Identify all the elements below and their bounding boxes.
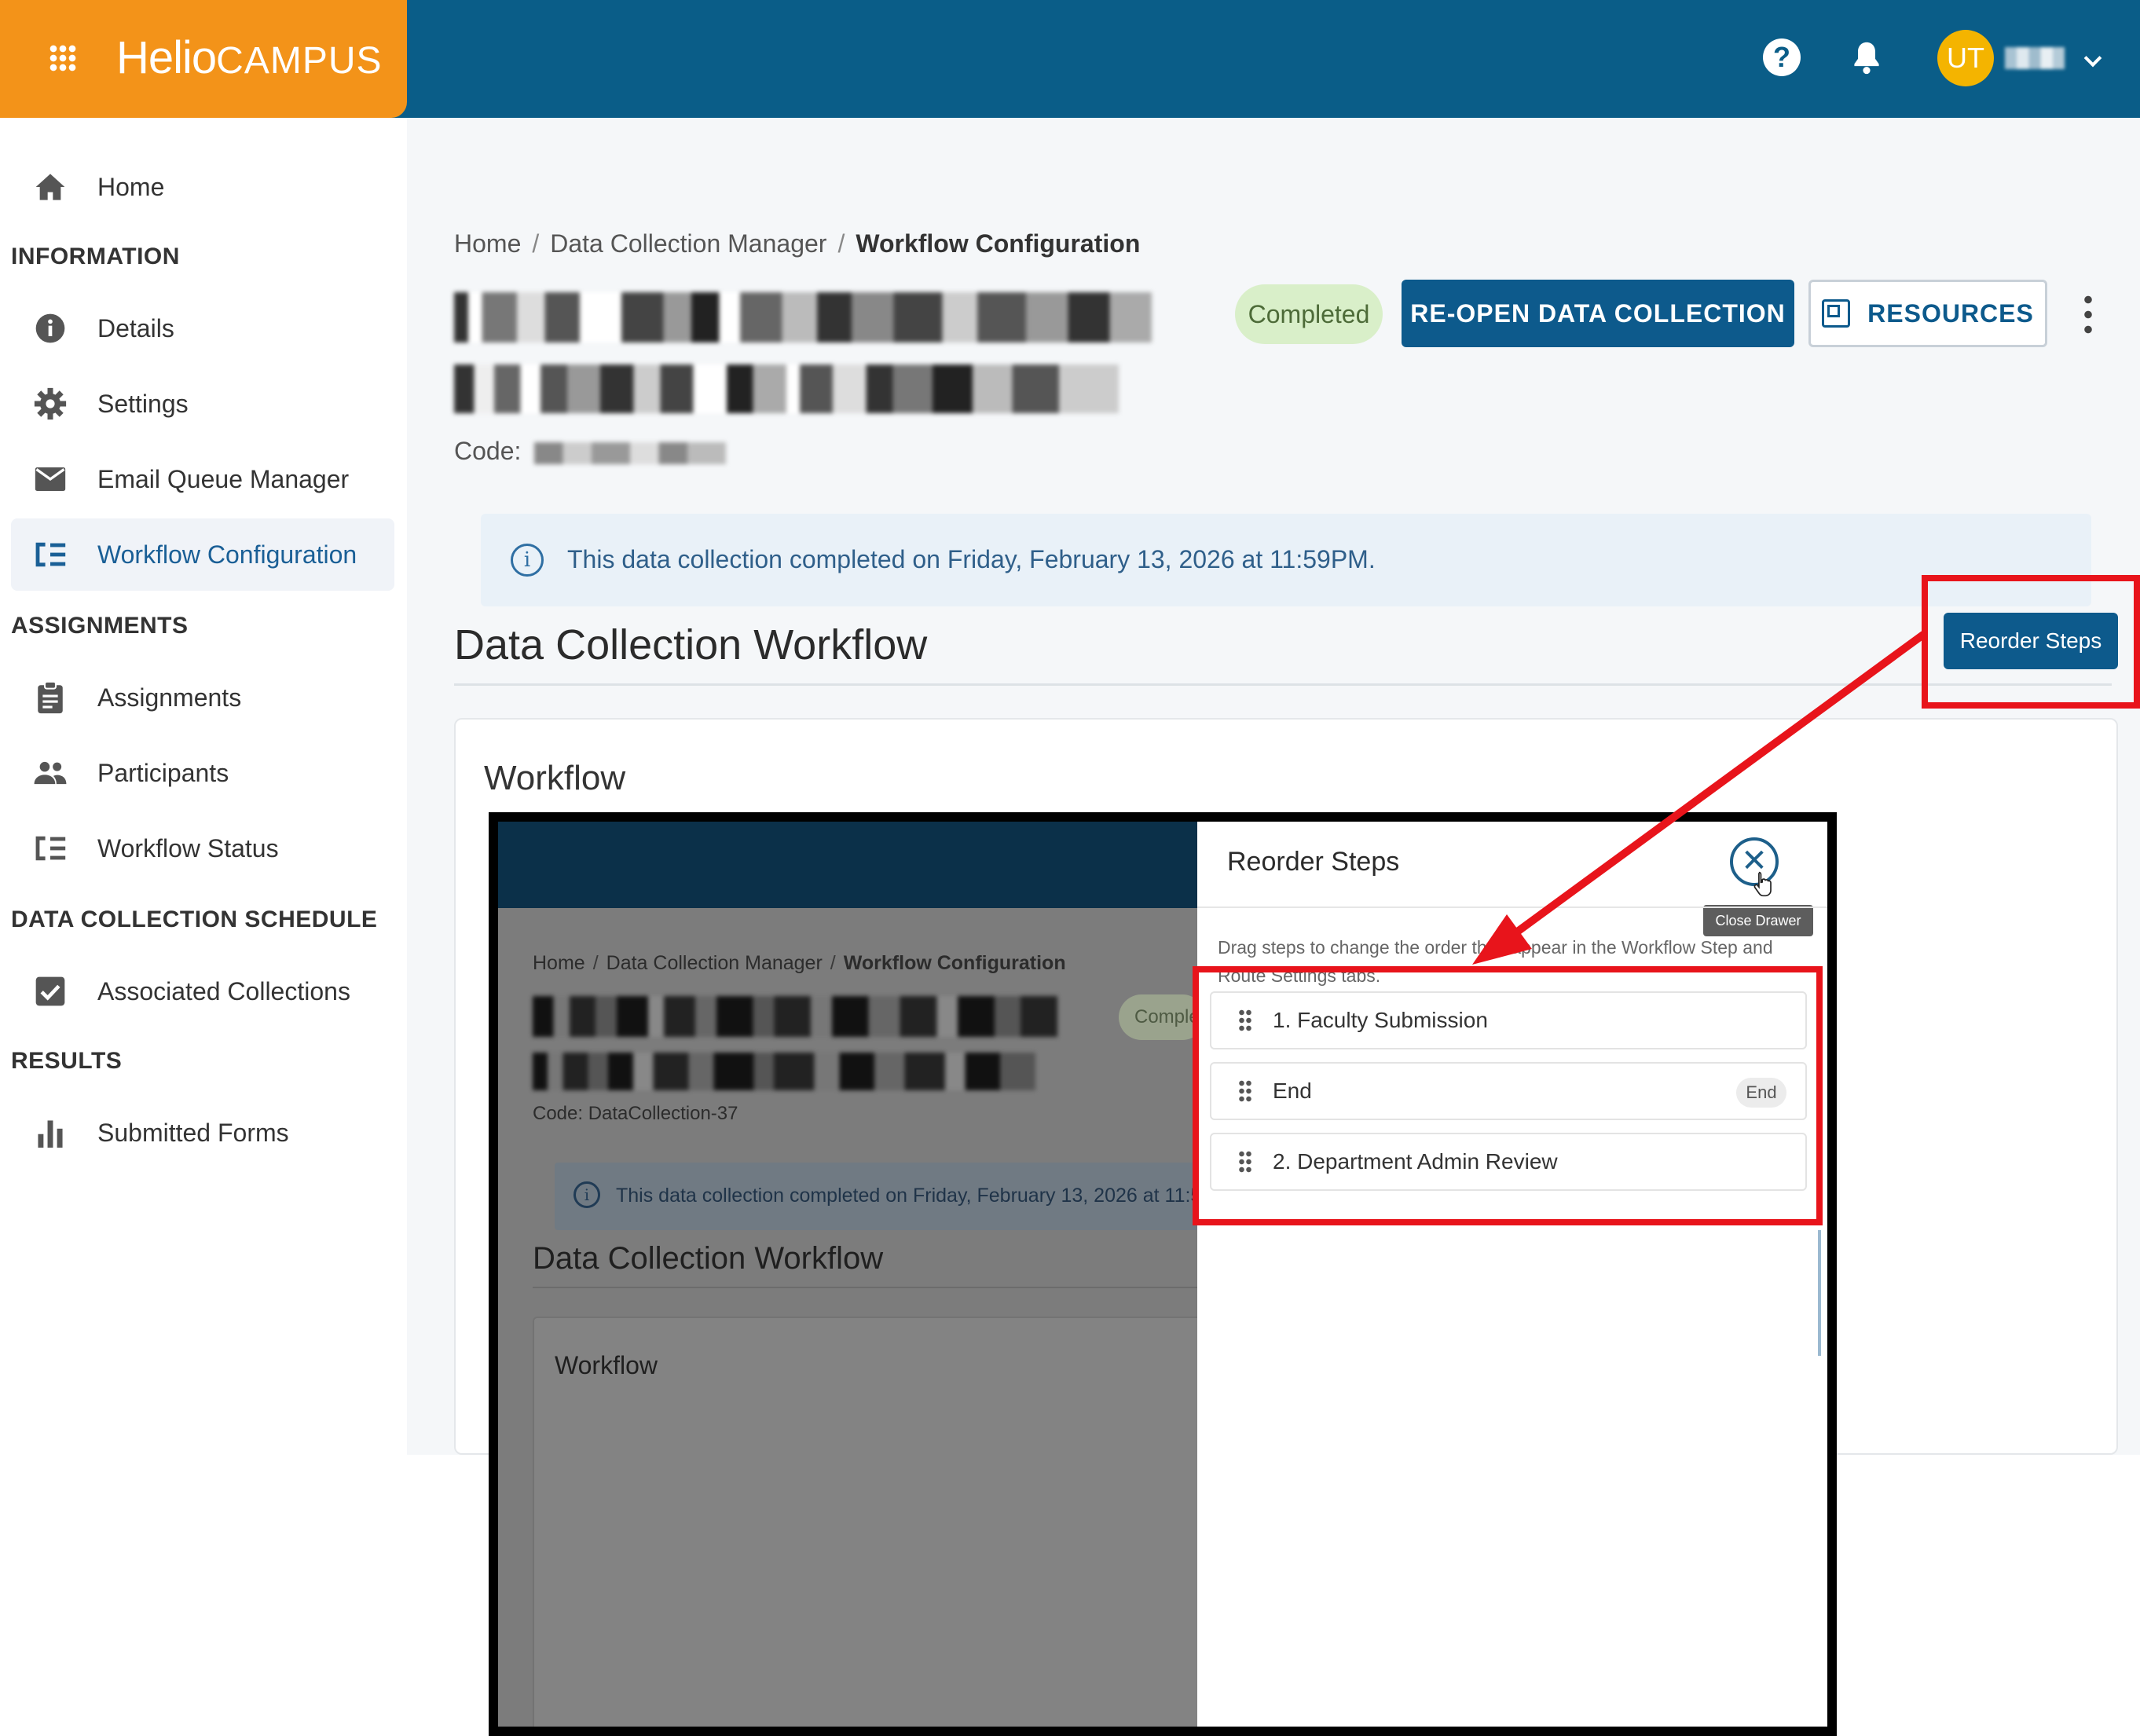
inset-breadcrumb: Home / Data Collection Manager / Workflow Co… — [533, 952, 1066, 974]
gear-icon — [33, 386, 68, 421]
inset-info-text: This data collection completed on Friday… — [616, 1185, 1213, 1207]
envelope-icon — [33, 462, 68, 496]
sidebar-item-submitted-forms[interactable]: Submitted Forms — [11, 1097, 394, 1169]
resources-button[interactable]: RESOURCES — [1808, 280, 2047, 347]
sidebar-item-workflow-configuration[interactable]: Workflow Configuration — [11, 518, 394, 591]
clipboard-icon — [33, 680, 68, 715]
sidebar-item-workflow-status[interactable]: Workflow Status — [11, 812, 394, 884]
workflow-list-icon — [33, 831, 68, 866]
apps-grid-icon[interactable] — [49, 44, 77, 72]
resources-button-label: RESOURCES — [1867, 298, 2034, 328]
help-icon[interactable]: ? — [1763, 38, 1801, 76]
hand-cursor-icon — [1753, 871, 1772, 897]
page-title-line-2-redacted — [454, 364, 1119, 413]
code-value-redacted — [534, 441, 727, 464]
sidebar-item-settings[interactable]: Settings — [11, 368, 394, 440]
highlight-reorder-button — [1922, 575, 2140, 709]
inset-dimmed-page: Home / Data Collection Manager / Workflow Co… — [498, 822, 1216, 1727]
breadcrumb-home[interactable]: Home — [454, 229, 521, 258]
info-icon: i — [511, 544, 544, 577]
inset-section-title: Data Collection Workflow — [533, 1241, 884, 1276]
reopen-data-collection-button[interactable]: RE-OPEN DATA COLLECTION — [1402, 280, 1794, 347]
sidebar-item-label: Workflow Configuration — [97, 540, 357, 569]
inset-workflow-title: Workflow — [555, 1351, 658, 1379]
drawer-title: Reorder Steps — [1227, 847, 1400, 877]
divider — [533, 1287, 1197, 1288]
bar-chart-icon — [33, 1115, 68, 1150]
close-drawer-tooltip: Close Drawer — [1703, 905, 1813, 936]
divider — [454, 683, 2112, 686]
sidebar-item-label: Home — [97, 172, 165, 201]
home-icon — [33, 170, 68, 204]
info-icon: i — [573, 1181, 600, 1208]
inset-title-line-2-redacted — [533, 1053, 1035, 1090]
scrollbar[interactable] — [1818, 1230, 1821, 1356]
status-badge: Completed — [1235, 284, 1383, 344]
sidebar-item-email-queue[interactable]: Email Queue Manager — [11, 443, 394, 515]
inset-code: Code: DataCollection-37 — [533, 1103, 738, 1124]
breadcrumb: Home / Data Collection Manager / Workflow Co… — [454, 229, 1141, 258]
code-line: Code: — [454, 437, 727, 466]
sidebar-item-label: Submitted Forms — [97, 1118, 289, 1147]
helio-campus-logo: HelioCAMPUS — [116, 32, 383, 83]
info-banner-text: This data collection completed on Friday… — [567, 545, 1376, 573]
inset-screenshot: Home / Data Collection Manager / Workflow Co… — [489, 812, 1837, 1736]
resources-icon — [1822, 299, 1851, 328]
sidebar-item-associated-collections[interactable]: Associated Collections — [11, 955, 394, 1027]
breadcrumb-current: Workflow Configuration — [856, 229, 1141, 258]
section-heading-information: INFORMATION — [11, 244, 180, 269]
sidebar-item-label: Email Queue Manager — [97, 464, 350, 493]
sidebar-item-label: Settings — [97, 389, 189, 418]
section-heading-results: RESULTS — [11, 1048, 123, 1074]
more-options-icon[interactable] — [2083, 292, 2093, 336]
sidebar-item-label: Details — [97, 313, 174, 342]
page-title-redacted — [454, 292, 1152, 342]
section-heading-schedule: DATA COLLECTION SCHEDULE — [11, 906, 378, 932]
highlight-steps-list — [1193, 966, 1823, 1225]
people-icon — [33, 756, 68, 790]
code-label: Code: — [454, 437, 522, 465]
sidebar-item-label: Associated Collections — [97, 976, 350, 1005]
reorder-steps-drawer: Reorder Steps ✕ Close Drawer Drag steps … — [1197, 822, 1827, 1727]
sidebar-item-participants[interactable]: Participants — [11, 737, 394, 809]
sidebar-item-assignments[interactable]: Assignments — [11, 661, 394, 734]
sidebar-item-home[interactable]: Home — [11, 151, 394, 223]
sidebar-item-label: Workflow Status — [97, 833, 279, 863]
divider — [1197, 906, 1827, 908]
workflow-card-title: Workflow — [484, 759, 626, 797]
inset-top-bar — [498, 822, 1197, 908]
bell-icon[interactable] — [1849, 39, 1884, 77]
section-heading-assignments: ASSIGNMENTS — [11, 613, 189, 639]
inset-title-redacted — [533, 996, 1057, 1037]
section-title: Data Collection Workflow — [454, 621, 928, 668]
avatar[interactable]: UT — [1937, 30, 1994, 86]
checkbox-icon — [33, 974, 68, 1009]
sidebar-item-details[interactable]: Details — [11, 292, 394, 364]
brand-area[interactable]: HelioCAMPUS — [0, 0, 407, 118]
sidebar-item-label: Assignments — [97, 683, 242, 712]
breadcrumb-data-collection-manager[interactable]: Data Collection Manager — [550, 229, 826, 258]
info-circle-icon — [33, 311, 68, 346]
workflow-list-icon — [33, 537, 68, 572]
sidebar-item-label: Participants — [97, 758, 229, 787]
user-name-redacted[interactable] — [2005, 47, 2065, 69]
